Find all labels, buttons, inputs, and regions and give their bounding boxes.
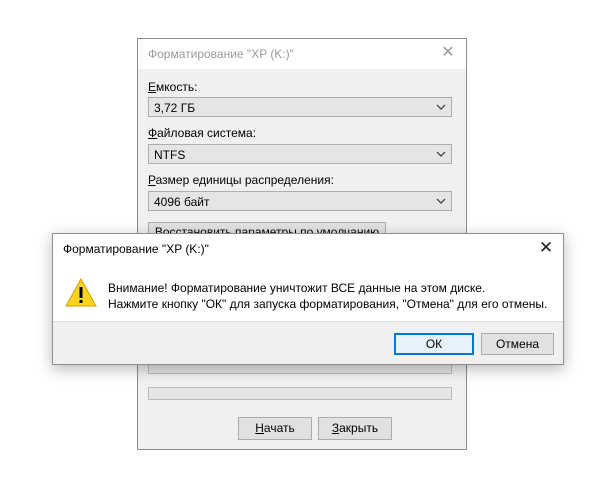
- capacity-label-text: мкость:: [156, 80, 198, 94]
- start-button-accel: Н: [255, 421, 264, 435]
- warning-dialog-title: Форматирование "XP (K:)": [63, 242, 209, 256]
- filesystem-label-text: айловая система:: [157, 126, 257, 140]
- capacity-label: Емкость:: [148, 80, 197, 94]
- warning-dialog: Форматирование "XP (K:)" ✕ Внимание! Фор…: [52, 233, 564, 365]
- filesystem-combo[interactable]: NTFS: [148, 144, 452, 164]
- filesystem-label: Файловая система:: [148, 126, 256, 140]
- allocation-label-accel: Р: [148, 173, 156, 187]
- capacity-label-accel: Е: [148, 80, 157, 94]
- chevron-down-icon: [436, 104, 446, 110]
- ok-button[interactable]: ОК: [394, 333, 474, 355]
- format-dialog-titlebar: Форматирование "XP (K:)" ✕: [138, 39, 466, 69]
- chevron-down-icon: [436, 151, 446, 157]
- format-dialog-title: Форматирование "XP (K:)": [148, 47, 294, 61]
- start-button[interactable]: Начать: [238, 417, 312, 440]
- close-icon[interactable]: ✕: [440, 44, 456, 62]
- filesystem-value: NTFS: [154, 148, 186, 162]
- warning-icon: [65, 278, 97, 307]
- cancel-button[interactable]: Отмена: [481, 333, 554, 355]
- start-button-label: ачать: [263, 421, 295, 435]
- allocation-value: 4096 байт: [154, 195, 210, 209]
- chevron-down-icon: [436, 198, 446, 204]
- filesystem-label-accel: Ф: [148, 126, 158, 140]
- warning-message-line2: Нажмите кнопку "ОК" для запуска форматир…: [108, 297, 548, 311]
- capacity-value: 3,72 ГБ: [154, 101, 196, 115]
- progress-bar: [148, 387, 452, 400]
- warning-message: Внимание! Форматирование уничтожит ВСЕ д…: [108, 280, 547, 312]
- capacity-combo[interactable]: 3,72 ГБ: [148, 97, 452, 117]
- allocation-label: Размер единицы распределения:: [148, 173, 334, 187]
- warning-message-line1: Внимание! Форматирование уничтожит ВСЕ д…: [108, 281, 486, 295]
- allocation-combo[interactable]: 4096 байт: [148, 191, 452, 211]
- close-button-label: акрыть: [339, 421, 379, 435]
- close-icon[interactable]: ✕: [537, 239, 555, 257]
- close-button[interactable]: Закрыть: [318, 417, 392, 440]
- allocation-label-text: азмер единицы распределения:: [155, 173, 334, 187]
